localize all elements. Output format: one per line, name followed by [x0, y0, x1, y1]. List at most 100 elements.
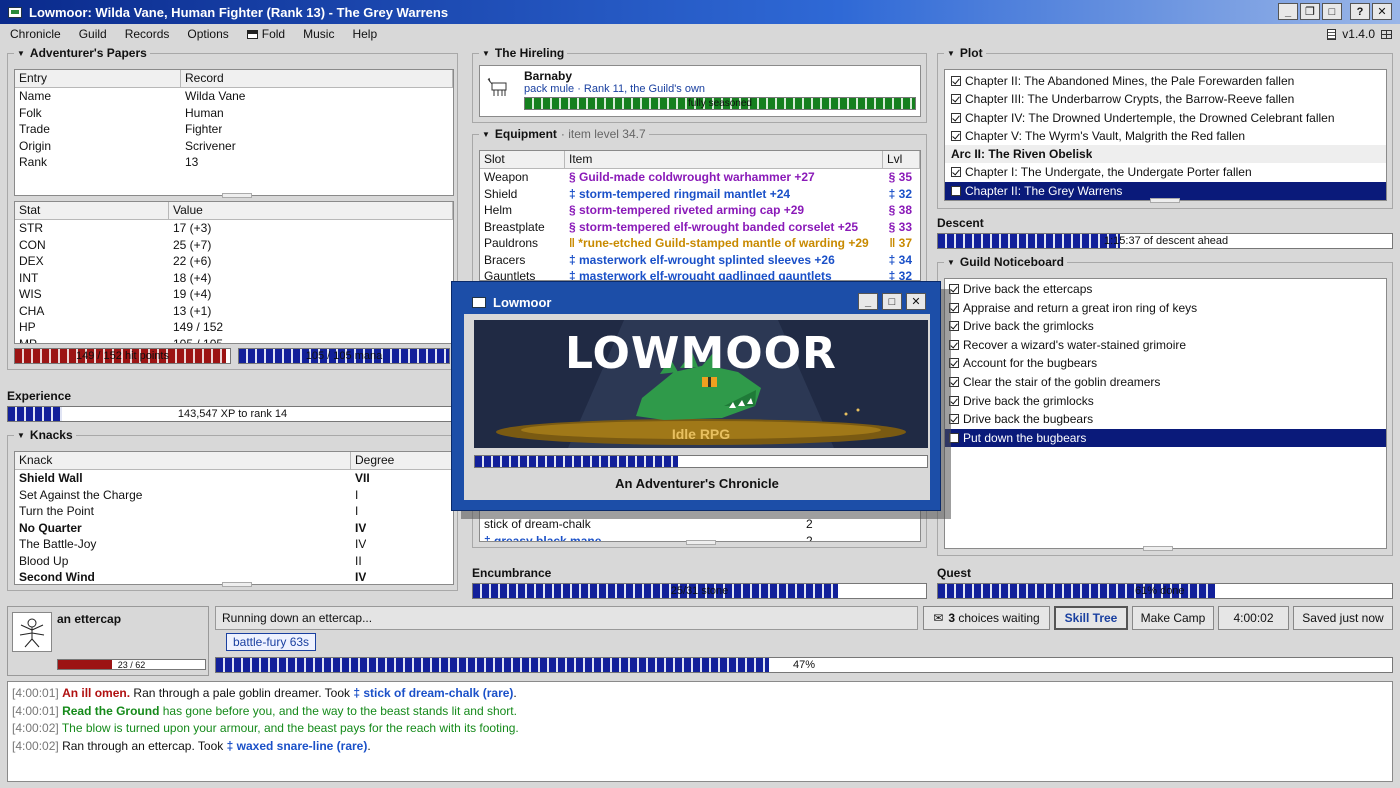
plot-chapter-row[interactable]: Chapter III: The Underbarrow Crypts, the…	[945, 90, 1386, 108]
stat-row[interactable]: HP 149 / 152	[15, 319, 453, 336]
splash-titlebar[interactable]: Lowmoor _ □ ✕	[464, 292, 928, 312]
plot-arc-row[interactable]: Arc II: The Riven Obelisk	[945, 145, 1386, 164]
stat-row[interactable]: INT 18 (+4)	[15, 270, 453, 287]
knacks-heading[interactable]: ▼ Knacks	[14, 427, 76, 443]
noticeboard-row[interactable]: Clear the stair of the goblin dreamers	[945, 373, 1386, 392]
noticeboard-row[interactable]: Drive back the grimlocks	[945, 317, 1386, 336]
menu-guild[interactable]: Guild	[70, 27, 116, 41]
knack-row[interactable]: Turn the Point I	[15, 503, 453, 520]
skill-tree-button[interactable]: Skill Tree	[1054, 606, 1128, 630]
col-lvl[interactable]: Lvl	[883, 151, 920, 168]
plot-heading[interactable]: ▼ Plot	[944, 45, 986, 61]
noticeboard-row[interactable]: Drive back the bugbears	[945, 410, 1386, 429]
equipment-list[interactable]: Slot Item Lvl Weapon § Guild-made coldwroug…	[479, 150, 921, 281]
knack-row[interactable]: Shield Wall VII	[15, 470, 453, 487]
papers-row[interactable]: Rank 13	[15, 154, 453, 171]
hireling-subtitle: pack mule · Rank 11, the Guild's own	[524, 83, 706, 95]
restore-button[interactable]: ❐	[1300, 3, 1320, 20]
noticeboard-row[interactable]: Appraise and return a great iron ring of…	[945, 299, 1386, 318]
maximize-button[interactable]: □	[1322, 3, 1342, 20]
menu-options[interactable]: Options	[178, 27, 237, 41]
knack-row[interactable]: No Quarter IV	[15, 520, 453, 537]
splash-logo-subtitle: Idle RPG	[671, 426, 731, 442]
col-knack[interactable]: Knack	[15, 452, 351, 469]
pack-row[interactable]: stick of dream-chalk 2	[480, 516, 920, 533]
changelog-icon[interactable]	[1327, 28, 1337, 40]
effect-badge[interactable]: battle-fury 63s	[226, 633, 317, 651]
papers-row[interactable]: Name Wilda Vane	[15, 88, 453, 105]
menu-fold[interactable]: Fold	[238, 27, 294, 41]
papers-row[interactable]: Folk Human	[15, 105, 453, 122]
equipment-row[interactable]: Helm § storm-tempered riveted arming cap …	[480, 202, 920, 219]
knack-row[interactable]: Set Against the Charge I	[15, 487, 453, 504]
minimize-button[interactable]: _	[1278, 3, 1298, 20]
col-entry[interactable]: Entry	[15, 70, 181, 87]
help-button[interactable]: ?	[1350, 3, 1370, 20]
plot-row-label: Chapter II: The Abandoned Mines, the Pal…	[965, 74, 1295, 88]
papers-row[interactable]: Trade Fighter	[15, 121, 453, 138]
papers-scroll-handle[interactable]	[222, 193, 252, 198]
noticeboard-heading[interactable]: ▼ Guild Noticeboard	[944, 254, 1067, 270]
pack-scroll-handle[interactable]	[686, 540, 716, 545]
knacks-scroll-handle[interactable]	[222, 582, 252, 587]
foe-portrait	[12, 612, 52, 652]
knack-row[interactable]: The Battle-Joy IV	[15, 536, 453, 553]
noticeboard-row[interactable]: Drive back the ettercaps	[945, 280, 1386, 299]
event-log[interactable]: [4:00:01] An ill omen. Ran through a pal…	[7, 681, 1393, 782]
col-value[interactable]: Value	[169, 202, 453, 219]
noticeboard-list[interactable]: Drive back the ettercaps Appraise and ret…	[944, 278, 1387, 549]
noticeboard-row[interactable]: Recover a wizard's water-stained grimoir…	[945, 336, 1386, 355]
noticeboard-row[interactable]: Drive back the grimlocks	[945, 392, 1386, 411]
stat-row[interactable]: WIS 19 (+4)	[15, 286, 453, 303]
equipment-row[interactable]: Weapon § Guild-made coldwrought warhammer…	[480, 169, 920, 186]
knacks-list[interactable]: Knack Degree Shield Wall VII Set Against th…	[14, 451, 454, 585]
splash-close-button[interactable]: ✕	[906, 293, 926, 310]
plot-chapter-row[interactable]: Chapter I: The Undergate, the Undergate …	[945, 163, 1386, 181]
splash-maximize-button[interactable]: □	[882, 293, 902, 310]
plot-row-label: Chapter V: The Wyrm's Vault, Malgrith th…	[965, 128, 1246, 143]
stat-row[interactable]: MP 105 / 105	[15, 336, 453, 344]
plot-list[interactable]: Chapter II: The Abandoned Mines, the Pal…	[944, 69, 1387, 201]
equipment-heading[interactable]: ▼ Equipment · item level 34.7	[479, 126, 649, 142]
col-slot[interactable]: Slot	[480, 151, 565, 168]
make-camp-button[interactable]: Make Camp	[1132, 606, 1214, 630]
col-degree[interactable]: Degree	[351, 452, 453, 469]
equipment-row[interactable]: Breastplate § storm-tempered elf-wrought …	[480, 219, 920, 236]
stat-row[interactable]: CHA 13 (+1)	[15, 303, 453, 320]
noticeboard-scroll-handle[interactable]	[1143, 546, 1173, 551]
knack-row[interactable]: Blood Up II	[15, 553, 453, 570]
layout-icon[interactable]	[1381, 29, 1392, 39]
save-status[interactable]: Saved just now	[1293, 606, 1393, 630]
plot-chapter-row[interactable]: Chapter V: The Wyrm's Vault, Malgrith th…	[945, 127, 1386, 145]
close-button[interactable]: ✕	[1372, 3, 1392, 20]
plot-scroll-handle[interactable]	[1150, 198, 1180, 203]
plot-chapter-row[interactable]: Chapter II: The Abandoned Mines, the Pal…	[945, 72, 1386, 90]
equipment-row[interactable]: Shield ‡ storm-tempered ringmail mantlet …	[480, 186, 920, 203]
stats-list[interactable]: Stat Value STR 17 (+3) CON 25 (+7) DEX 22 (+6)…	[14, 201, 454, 344]
hireling-card[interactable]: Barnaby pack mule · Rank 11, the Guild's…	[479, 65, 921, 117]
noticeboard-row[interactable]: Put down the bugbears	[945, 428, 1386, 448]
equipment-row[interactable]: Bracers ‡ masterwork elf-wrought splinted…	[480, 252, 920, 269]
col-stat[interactable]: Stat	[15, 202, 169, 219]
splash-window[interactable]: Lowmoor _ □ ✕ LOWMOOR Idle RPG An Advent…	[451, 281, 941, 511]
menu-music[interactable]: Music	[294, 27, 343, 41]
plot-chapter-row[interactable]: Chapter IV: The Drowned Undertemple, the…	[945, 109, 1386, 127]
stat-row[interactable]: CON 25 (+7)	[15, 237, 453, 254]
splash-minimize-button[interactable]: _	[858, 293, 878, 310]
hireling-heading[interactable]: ▼ The Hireling	[479, 45, 568, 61]
stat-row[interactable]: DEX 22 (+6)	[15, 253, 453, 270]
stat-row[interactable]: STR 17 (+3)	[15, 220, 453, 237]
window-titlebar[interactable]: Lowmoor: Wilda Vane, Human Fighter (Rank…	[0, 0, 1400, 24]
col-item[interactable]: Item	[565, 151, 883, 168]
noticeboard-row[interactable]: Account for the bugbears	[945, 354, 1386, 373]
menu-chronicle[interactable]: Chronicle	[0, 27, 70, 41]
papers-row[interactable]: Origin Scrivener	[15, 138, 453, 155]
col-record[interactable]: Record	[181, 70, 453, 87]
papers-heading[interactable]: ▼ Adventurer's Papers	[14, 45, 150, 61]
equipment-row[interactable]: Pauldrons ‖ *rune-etched Guild-stamped ma…	[480, 235, 920, 252]
menu-records[interactable]: Records	[116, 27, 179, 41]
equipment-row[interactable]: Gauntlets ‡ masterwork elf-wrought gadlin…	[480, 268, 920, 280]
papers-list[interactable]: Entry Record Name Wilda Vane Folk Human Trade…	[14, 69, 454, 196]
menu-help[interactable]: Help	[343, 27, 386, 41]
choices-button[interactable]: ✉ 3 choices waiting	[923, 606, 1050, 630]
